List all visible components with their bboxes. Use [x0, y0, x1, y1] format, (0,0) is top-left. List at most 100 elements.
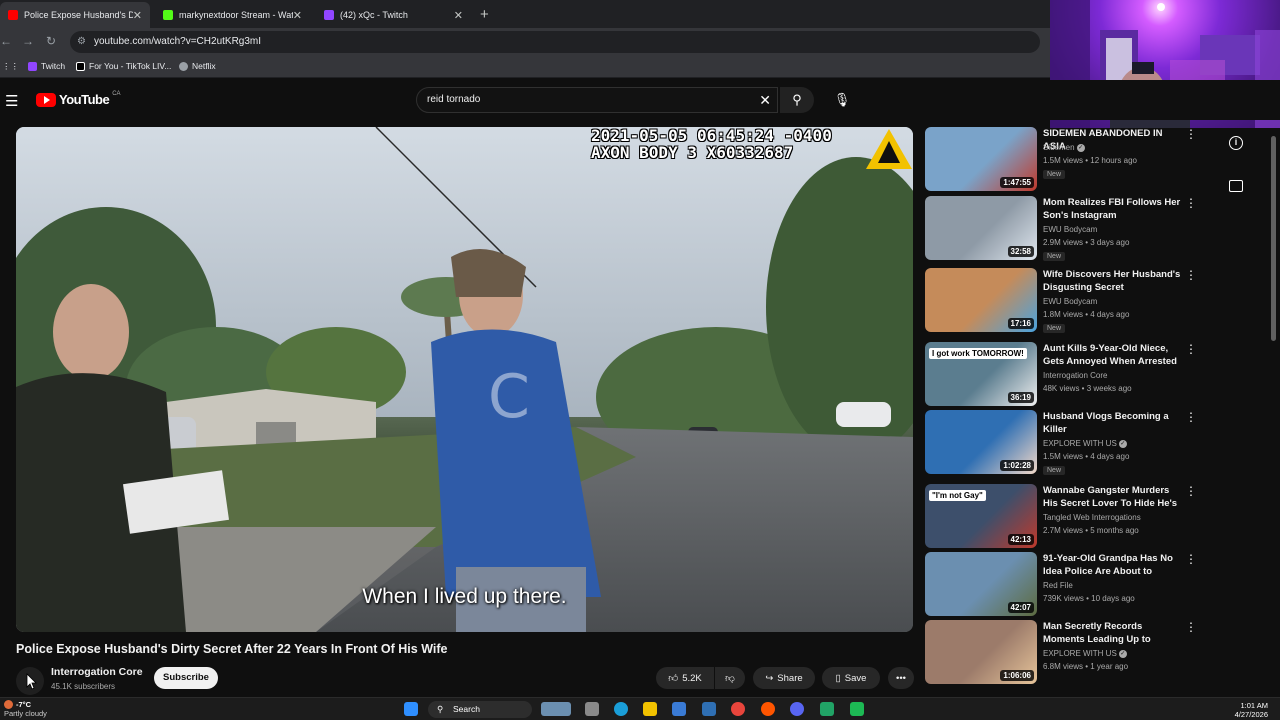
related-channel[interactable]: Interrogation Core: [1043, 371, 1107, 380]
thumbnail-text: I got work TOMORROW!: [929, 348, 1027, 359]
youtube-logo[interactable]: YouTube CA: [36, 90, 121, 107]
site-info-icon[interactable]: ⚙: [77, 31, 86, 53]
timestamp-line-2: AXON BODY 3 X60332687: [591, 143, 794, 162]
bookmark-twitch[interactable]: Twitch: [28, 61, 65, 71]
more-vertical-icon[interactable]: ⋮: [1185, 196, 1197, 210]
region-code: CA: [112, 90, 121, 97]
related-video-title[interactable]: Wannabe Gangster Murders His Secret Love…: [1043, 484, 1181, 510]
related-channel[interactable]: Tangled Web Interrogations: [1043, 513, 1141, 522]
like-button[interactable]: 👍︎ 5.2K: [656, 667, 714, 689]
channel-name[interactable]: Interrogation Core: [51, 666, 143, 678]
chat-icon[interactable]: [1229, 180, 1243, 192]
voice-search-button[interactable]: 🎙: [828, 87, 856, 113]
apps-icon[interactable]: ⋮⋮: [2, 61, 19, 72]
forward-icon[interactable]: →: [22, 34, 34, 48]
store-icon[interactable]: [672, 702, 686, 716]
task-view-icon[interactable]: [585, 702, 599, 716]
video-thumbnail[interactable]: 42:07: [925, 552, 1037, 616]
video-player[interactable]: C 2021-05-05 06:45:24 -0400 AXON BODY 3 …: [16, 127, 913, 632]
share-button[interactable]: ↪ Share: [753, 667, 815, 689]
related-channel[interactable]: Red File: [1043, 581, 1073, 590]
related-video-item[interactable]: I got work TOMORROW! 36:19 Aunt Kills 9-Ye…: [925, 342, 1265, 408]
related-channel[interactable]: EWU Bodycam: [1043, 225, 1097, 234]
related-video-item[interactable]: 42:07 91-Year-Old Grandpa Has No Idea Pol…: [925, 552, 1265, 618]
more-actions-button[interactable]: •••: [888, 667, 914, 689]
browser-tab-youtube[interactable]: Police Expose Husband's D ✕: [0, 2, 150, 28]
related-channel[interactable]: Sidemen ✓: [1043, 143, 1085, 152]
more-vertical-icon[interactable]: ⋮: [1185, 552, 1197, 566]
video-thumbnail[interactable]: 1:06:06: [925, 620, 1037, 684]
more-vertical-icon[interactable]: ⋮: [1185, 410, 1197, 424]
close-tab-icon[interactable]: ✕: [133, 9, 142, 22]
browser-tab-twitch[interactable]: (42) xQc - Twitch ✕: [316, 2, 471, 28]
related-video-title[interactable]: Aunt Kills 9-Year-Old Niece, Gets Annoye…: [1043, 342, 1181, 368]
excel-icon[interactable]: [820, 702, 834, 716]
video-thumbnail[interactable]: 32:58: [925, 196, 1037, 260]
search-input[interactable]: [427, 94, 747, 105]
cursor-icon: [26, 673, 37, 690]
more-vertical-icon[interactable]: ⋮: [1185, 342, 1197, 356]
chrome-icon[interactable]: [731, 702, 745, 716]
dislike-button[interactable]: 👎︎: [715, 667, 745, 689]
share-icon: ↪: [765, 672, 774, 684]
related-video-item[interactable]: 32:58 Mom Realizes FBI Follows Her Son's …: [925, 196, 1265, 262]
app-icon[interactable]: [850, 702, 864, 716]
save-button[interactable]: ▯ Save: [822, 667, 880, 689]
bodycam-timestamp: 2021-05-05 06:45:24 -0400 AXON BODY 3 X6…: [591, 127, 832, 161]
taskbar-search[interactable]: ⚲ Search: [428, 701, 532, 718]
more-vertical-icon[interactable]: ⋮: [1185, 268, 1197, 282]
related-video-item[interactable]: 17:16 Wife Discovers Her Husband's Disgus…: [925, 268, 1265, 334]
more-vertical-icon[interactable]: ⋮: [1185, 620, 1197, 634]
related-channel-name: Interrogation Core: [1043, 371, 1108, 380]
bodycam-scene: C: [16, 127, 913, 632]
related-video-title[interactable]: Wife Discovers Her Husband's Disgusting …: [1043, 268, 1181, 294]
close-tab-icon[interactable]: ✕: [454, 9, 463, 22]
new-tab-icon[interactable]: +: [480, 6, 489, 23]
file-explorer-icon[interactable]: [643, 702, 657, 716]
video-thumbnail[interactable]: 17:16: [925, 268, 1037, 332]
scrollbar-thumb[interactable]: [1271, 136, 1276, 341]
bookmark-tiktok[interactable]: For You - TikTok LIV...: [76, 61, 171, 71]
related-video-item[interactable]: 1:02:28 Husband Vlogs Becoming a Killer EX…: [925, 410, 1265, 476]
close-tab-icon[interactable]: ✕: [293, 9, 302, 22]
related-video-item[interactable]: "I'm not Gay" 42:13 Wannabe Gangster Murde…: [925, 484, 1265, 550]
url-field[interactable]: ⚙ youtube.com/watch?v=CH2utKRg3mI: [70, 31, 1040, 53]
related-video-item[interactable]: 1:47:55 SIDEMEN ABANDONED IN ASIA Sidemen ✓…: [925, 127, 1265, 193]
video-thumbnail[interactable]: I got work TOMORROW! 36:19: [925, 342, 1037, 406]
related-channel[interactable]: EXPLORE WITH US ✓: [1043, 439, 1127, 448]
more-horizontal-icon: •••: [896, 672, 906, 684]
more-vertical-icon[interactable]: ⋮: [1185, 127, 1197, 141]
related-channel[interactable]: EWU Bodycam: [1043, 297, 1097, 306]
related-video-item[interactable]: 1:06:06 Man Secretly Records Moments Lead…: [925, 620, 1265, 686]
video-thumbnail[interactable]: "I'm not Gay" 42:13: [925, 484, 1037, 548]
widgets-icon[interactable]: [541, 702, 571, 716]
discord-icon[interactable]: [790, 702, 804, 716]
browser-tab-kick[interactable]: markynextdoor Stream - Watch ✕: [155, 2, 310, 28]
bookmark-label: For You - TikTok LIV...: [89, 61, 172, 71]
bookmark-netflix[interactable]: Netflix: [179, 61, 216, 71]
related-video-title[interactable]: Mom Realizes FBI Follows Her Son's Insta…: [1043, 196, 1181, 222]
info-icon[interactable]: i: [1229, 136, 1243, 150]
menu-icon[interactable]: ☰: [5, 92, 18, 110]
search-box[interactable]: ✕: [416, 87, 778, 113]
system-clock[interactable]: 1:01 AM 4/27/2026: [1235, 701, 1268, 719]
reload-icon[interactable]: ↻: [46, 34, 56, 48]
search-button[interactable]: ⚲: [780, 87, 814, 113]
channel-avatar[interactable]: [16, 667, 44, 695]
related-channel[interactable]: EXPLORE WITH US ✓: [1043, 649, 1127, 658]
video-thumbnail[interactable]: 1:47:55: [925, 127, 1037, 191]
weather-widget[interactable]: -7°C Partly cloudy: [4, 700, 47, 718]
scrollbar[interactable]: [1269, 128, 1278, 688]
more-vertical-icon[interactable]: ⋮: [1185, 484, 1197, 498]
soundcloud-icon[interactable]: [761, 702, 775, 716]
windows-start-icon[interactable]: [404, 702, 418, 716]
related-video-title[interactable]: Man Secretly Records Moments Leading Up …: [1043, 620, 1181, 646]
mail-icon[interactable]: [702, 702, 716, 716]
video-thumbnail[interactable]: 1:02:28: [925, 410, 1037, 474]
related-video-title[interactable]: 91-Year-Old Grandpa Has No Idea Police A…: [1043, 552, 1181, 578]
edge-icon[interactable]: [614, 702, 628, 716]
subscribe-button[interactable]: Subscribe: [154, 667, 218, 689]
back-icon[interactable]: ←: [0, 34, 12, 48]
related-video-title[interactable]: Husband Vlogs Becoming a Killer: [1043, 410, 1181, 436]
clear-search-icon[interactable]: ✕: [759, 92, 771, 109]
